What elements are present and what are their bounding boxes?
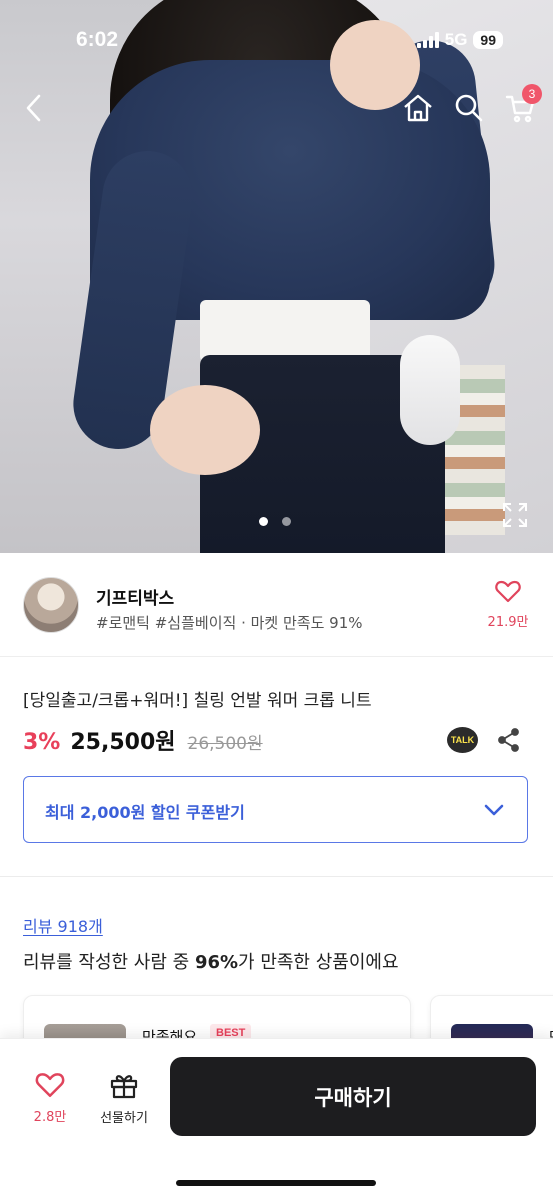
shop-like-count: 21.9만 <box>487 615 529 630</box>
signal-icon <box>416 32 439 48</box>
discount-rate: 3% <box>23 730 61 755</box>
battery-level: 99 <box>473 31 503 49</box>
shop-name[interactable]: 기프티박스 <box>96 584 174 609</box>
search-icon <box>455 94 483 122</box>
bottom-action-bar: 2.8만 선물하기 구매하기 <box>0 1038 553 1200</box>
heart-icon <box>35 1073 65 1097</box>
chevron-left-icon <box>26 94 41 122</box>
gallery-dot-active[interactable] <box>259 517 268 526</box>
gift-icon <box>110 1075 138 1099</box>
model-hand-left <box>150 385 260 475</box>
product-image-gallery[interactable] <box>0 0 553 553</box>
share-icon[interactable] <box>497 728 521 752</box>
coupon-button[interactable]: 최대 2,000원 할인 쿠폰받기 <box>23 776 528 843</box>
like-button[interactable]: 2.8만 <box>20 1071 80 1125</box>
shop-tags: #로맨틱 #심플베이직 · 마켓 만족도 91% <box>96 614 363 632</box>
gift-label: 선물하기 <box>100 1111 148 1126</box>
search-button[interactable] <box>449 88 489 128</box>
shop-avatar[interactable] <box>23 577 79 633</box>
coupon-label: 최대 2,000원 할인 쿠폰받기 <box>45 803 245 822</box>
home-indicator <box>176 1180 376 1186</box>
status-indicators: 5G 99 <box>416 30 503 50</box>
network-type: 5G <box>444 30 468 49</box>
original-price: 26,500원 <box>187 734 263 754</box>
product-title: [당일출고/크롭+워머!] 칠링 언발 워머 크롭 니트 <box>23 691 372 711</box>
gallery-dot[interactable] <box>282 517 291 526</box>
shop-info[interactable]: 기프티박스 #로맨틱 #심플베이직 · 마켓 만족도 91% 21.9만 <box>0 553 553 657</box>
buy-button[interactable]: 구매하기 <box>170 1057 536 1136</box>
review-summary: 리뷰를 작성한 사람 중 96%가 만족한 상품이에요 <box>23 948 399 974</box>
home-icon <box>404 94 432 122</box>
review-summary-prefix: 리뷰를 작성한 사람 중 <box>23 952 195 973</box>
back-button[interactable] <box>14 88 54 128</box>
review-satisfaction-percent: 96% <box>194 952 239 973</box>
model-undershirt <box>200 300 370 362</box>
shop-like-button[interactable]: 21.9만 <box>484 579 532 630</box>
home-button[interactable] <box>398 88 438 128</box>
heart-icon <box>495 580 521 603</box>
cart-count-badge: 3 <box>522 84 542 104</box>
section-divider <box>0 876 553 877</box>
status-time: 6:02 <box>76 28 119 51</box>
price-row: 3% 25,500원 26,500원 <box>23 724 263 756</box>
review-count-link[interactable]: 리뷰 918개 <box>23 913 103 937</box>
model-bag <box>400 335 460 445</box>
kakaotalk-share-button[interactable]: TALK <box>447 727 478 753</box>
expand-icon[interactable] <box>500 500 530 530</box>
sale-price: 25,500원 <box>70 730 176 755</box>
cart-button[interactable]: 3 <box>500 84 542 128</box>
like-count: 2.8만 <box>33 1110 67 1125</box>
review-summary-suffix: 가 만족한 상품이에요 <box>238 952 399 973</box>
chevron-down-icon <box>484 804 504 816</box>
gallery-dots <box>259 517 291 526</box>
gift-button[interactable]: 선물하기 <box>90 1071 158 1126</box>
